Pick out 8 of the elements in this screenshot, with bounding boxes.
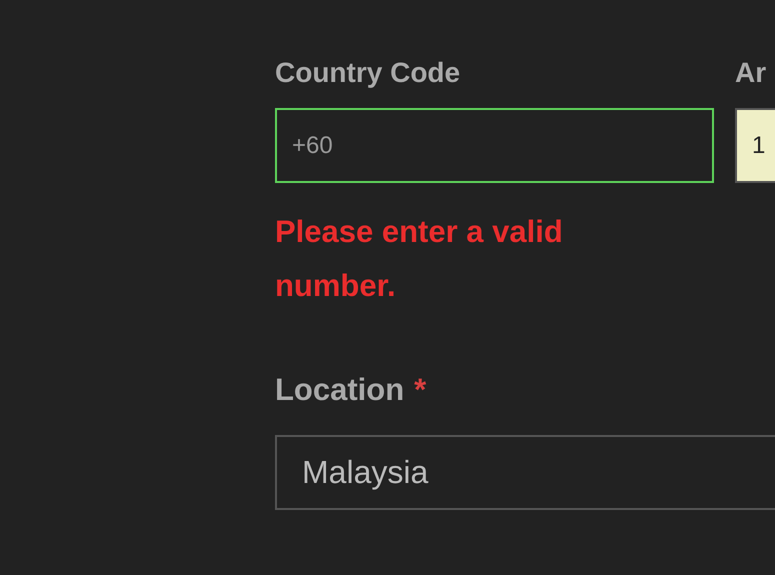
input-field[interactable]: +60 — [275, 108, 714, 183]
required-mark: * — [414, 373, 426, 407]
input-field[interactable]: 1 — [735, 108, 775, 183]
field-label: Country Code — [275, 56, 460, 90]
field-label: Location — [275, 373, 404, 407]
location-select[interactable]: Malaysia — [275, 435, 775, 510]
error-message: Please enter a valid number. — [275, 213, 564, 305]
field-label: Ar — [735, 56, 766, 90]
